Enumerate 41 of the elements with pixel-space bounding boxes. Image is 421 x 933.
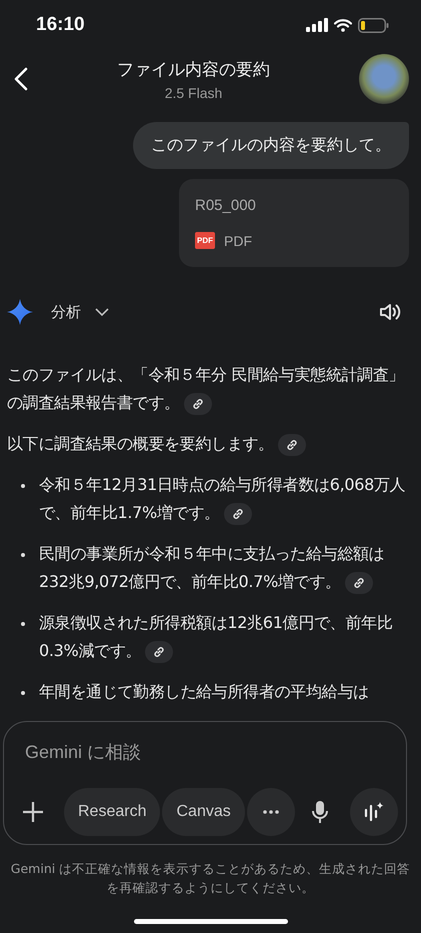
bullet-dot	[21, 553, 25, 557]
source-link-icon[interactable]	[224, 502, 252, 525]
disclaimer-text: Gemini は不正確な情報を表示することがあるため、生成された回答を再確認するようにしてください。	[10, 860, 411, 897]
prompt-field[interactable]: Gemini に相談	[22, 742, 398, 763]
avatar-circle[interactable]	[359, 54, 409, 104]
source-link-icon[interactable]	[278, 434, 306, 456]
bullet-dot	[21, 622, 25, 626]
response-paragraph: このファイルは、「令和５年分 民間給与実態統計調査」の調査結果報告書です。	[7, 361, 409, 417]
waveform-sparkle-icon	[363, 801, 385, 823]
tool-chip[interactable]: Canvas	[162, 788, 245, 836]
file-card[interactable]: R05_000 PDF PDF	[179, 179, 409, 267]
battery-icon	[358, 18, 389, 32]
back-icon[interactable]	[14, 67, 28, 91]
bullet-text: 源泉徴収された所得税額は12兆61億円で、前年比0.3%減です。	[39, 609, 409, 665]
file-name: R05_000	[195, 197, 257, 214]
bullet-text: 令和５年12月31日時点の給与所得者数は6,068万人で、前年比1.7%増です。	[39, 471, 409, 527]
live-button[interactable]	[350, 788, 398, 836]
source-link-icon[interactable]	[184, 392, 212, 415]
model-name[interactable]: 2.5 Flash	[164, 84, 222, 100]
source-link-icon[interactable]	[344, 572, 373, 594]
bullet-text: 年間を通じて勤務した給与所得者の平均給与は	[39, 681, 369, 703]
speaker-icon[interactable]	[379, 301, 401, 323]
sparkle-icon	[7, 299, 33, 325]
user-message: このファイルの内容を要約して。	[133, 122, 409, 169]
tool-chip[interactable]: Research	[64, 788, 160, 836]
response-paragraph: 以下に調査結果の概要を要約します。	[7, 430, 409, 458]
chat-title: ファイル内容の要約	[117, 58, 270, 80]
status-time: 16:10	[36, 14, 85, 36]
bullet-dot	[21, 484, 25, 488]
bullet-dot	[21, 691, 25, 695]
pdf-badge: PDF	[195, 232, 215, 249]
source-link-icon[interactable]	[145, 640, 174, 663]
bullet-text: 民間の事業所が令和５年中に支払った給与総額は232兆9,072億円で、前年比0.7%増です。	[39, 540, 409, 596]
file-type: PDF	[224, 232, 252, 248]
mode-dropdown[interactable]: 分析	[51, 302, 109, 322]
microphone-icon[interactable]	[312, 800, 328, 824]
signal-icon	[306, 18, 328, 32]
plus-icon[interactable]	[22, 801, 44, 823]
more-dots-icon	[262, 810, 279, 814]
wifi-icon	[334, 18, 352, 32]
chevron-down-icon	[95, 308, 109, 316]
